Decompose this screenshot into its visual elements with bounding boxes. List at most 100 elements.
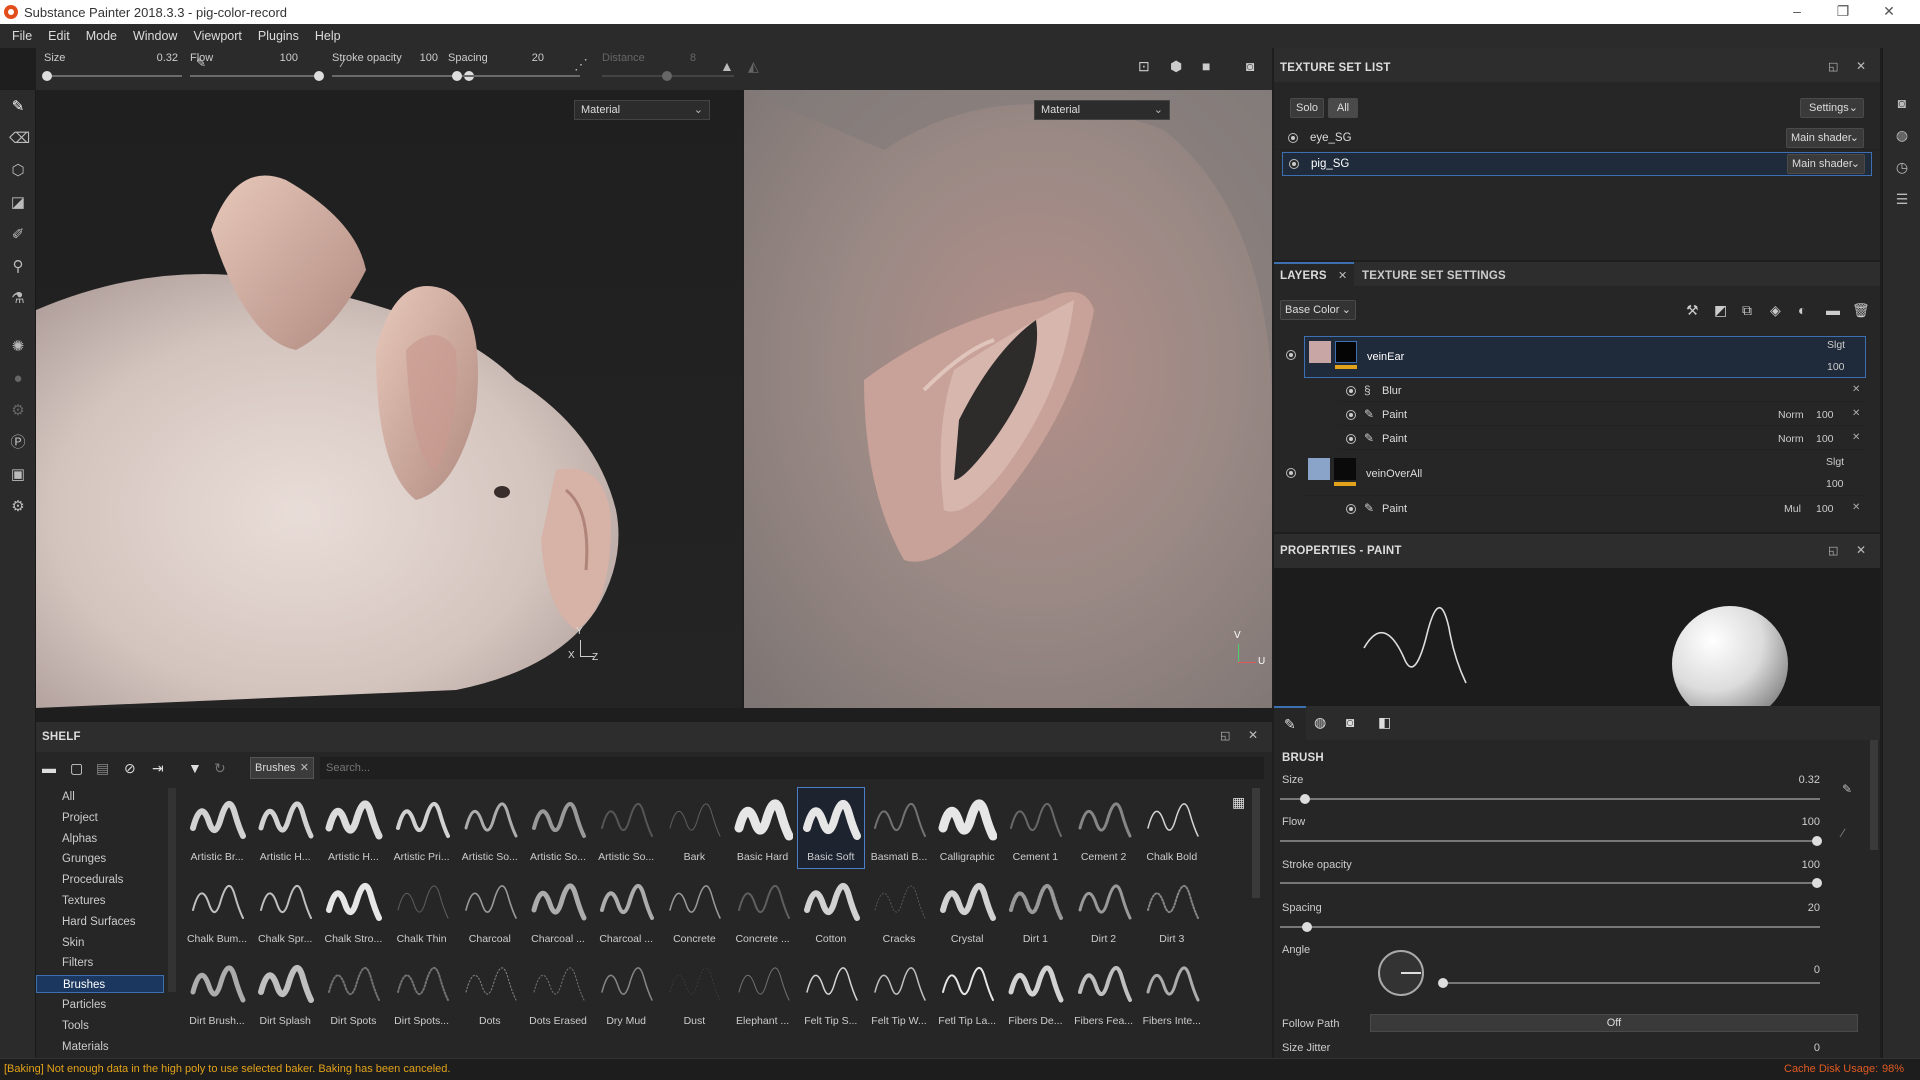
effect-blend-mode[interactable]: Norm <box>1778 409 1804 421</box>
brush-item[interactable]: Dots <box>457 952 523 1032</box>
remove-effect-icon[interactable]: ✕ <box>1852 408 1860 419</box>
settings-button[interactable]: Settings ⌄ <box>1800 98 1864 118</box>
photoshop-icon[interactable]: Ⓟ <box>9 434 27 452</box>
brush-item[interactable]: Calligraphic <box>934 788 1000 868</box>
brush-angle-value[interactable]: 0 <box>1770 964 1820 976</box>
add-layer-icon[interactable]: ⧉ <box>1742 302 1752 319</box>
shelf-category-filters[interactable]: Filters <box>36 954 164 972</box>
shelf-category-hard-surfaces[interactable]: Hard Surfaces <box>36 913 164 931</box>
brush-spacing-slider[interactable] <box>1280 922 1820 932</box>
brush-item[interactable]: Dust <box>661 952 727 1032</box>
brush-item[interactable]: Basmati B... <box>866 788 932 868</box>
shelf-category-grunges[interactable]: Grunges <box>36 850 164 868</box>
brush-grid-scrollbar[interactable] <box>1252 788 1260 898</box>
shelf-category-textures[interactable]: Textures <box>36 892 164 910</box>
brush-item[interactable]: Concrete ... <box>730 870 796 950</box>
color-picker-icon[interactable]: ⚗ <box>9 290 27 308</box>
brush-stroke-opacity-slider[interactable] <box>1280 878 1822 888</box>
effect-visibility-icon[interactable] <box>1346 410 1356 420</box>
pen-pressure-icon[interactable]: ✎ <box>1842 782 1852 796</box>
remove-filter-icon[interactable]: ✕ <box>300 758 309 778</box>
brush-stroke-opacity-value[interactable]: 100 <box>1770 859 1820 871</box>
brush-item[interactable]: Felt Tip W... <box>866 952 932 1032</box>
texture-set-row[interactable]: eye_SG Main shader ⌄ <box>1274 126 1880 150</box>
brush-item[interactable]: Fibers Fea... <box>1071 952 1137 1032</box>
save-icon[interactable]: ▤ <box>96 760 109 777</box>
channel-select[interactable]: Base Color ⌄ <box>1280 300 1356 320</box>
add-effect-icon[interactable]: ⚒ <box>1686 302 1699 319</box>
brush-item[interactable]: Crystal <box>934 870 1000 950</box>
iray-icon[interactable]: ● <box>9 370 27 388</box>
shelf-category-materials[interactable]: Materials <box>36 1038 164 1056</box>
minimize-button[interactable]: – <box>1774 0 1820 24</box>
distance-slider[interactable] <box>602 71 734 81</box>
effect-visibility-icon[interactable] <box>1346 504 1356 514</box>
categories-scrollbar[interactable] <box>168 788 176 992</box>
paint-brush-icon[interactable]: ✎ <box>9 98 27 116</box>
stroke-opacity-value[interactable]: 100 <box>408 52 438 64</box>
close-panel-icon[interactable]: ✕ <box>1248 728 1258 742</box>
brush-item[interactable]: Chalk Bold <box>1139 788 1205 868</box>
brush-item[interactable]: Chalk Stro... <box>320 870 386 950</box>
brush-spacing-value[interactable]: 20 <box>1770 902 1820 914</box>
brush-item[interactable]: Felt Tip S... <box>798 952 864 1032</box>
shelf-category-skin[interactable]: Skin <box>36 934 164 952</box>
viewport-2d-mode-select[interactable]: Material ⌄ <box>1034 100 1170 120</box>
effect-row[interactable]: ✎ Paint Norm 100 ✕ <box>1338 404 1866 426</box>
layer-row[interactable]: veinOverAll Slgt 100 <box>1304 454 1866 496</box>
layer-blend-mode[interactable]: Slgt <box>1827 339 1845 351</box>
layer-blend-mode[interactable]: Slgt <box>1826 456 1844 468</box>
close-panel-icon[interactable]: ✕ <box>1856 543 1866 557</box>
projection-icon[interactable]: ⬡ <box>9 162 27 180</box>
brush-size-slider[interactable] <box>1280 794 1820 804</box>
angle-dial[interactable] <box>1378 950 1424 996</box>
brush-item[interactable]: Charcoal ... <box>593 870 659 950</box>
brush-item[interactable]: Cement 1 <box>1002 788 1068 868</box>
delete-layer-icon[interactable]: 🗑 <box>1852 302 1870 319</box>
eraser-icon[interactable]: ⌫ <box>9 130 30 148</box>
effect-opacity[interactable]: 100 <box>1816 409 1834 421</box>
effect-blend-mode[interactable]: Norm <box>1778 433 1804 445</box>
filter-tag-brushes[interactable]: Brushes ✕ <box>250 757 314 779</box>
effect-opacity[interactable]: 100 <box>1816 503 1834 515</box>
polygon-fill-icon[interactable]: ◪ <box>9 194 27 212</box>
display-3d-icon[interactable]: ⬢ <box>1170 58 1182 75</box>
brush-item[interactable]: Dirt 3 <box>1139 870 1205 950</box>
brush-item[interactable]: Basic Hard <box>730 788 796 868</box>
brush-item[interactable]: Dots Erased <box>525 952 591 1032</box>
brush-item[interactable]: Artistic H... <box>320 788 386 868</box>
brush-item[interactable]: Chalk Spr... <box>252 870 318 950</box>
shelf-category-all[interactable]: All <box>36 788 164 806</box>
split-view-icon[interactable]: ⊡ <box>1138 58 1150 75</box>
tab-brush[interactable]: ✎ <box>1274 706 1306 740</box>
brush-item[interactable]: Artistic Br... <box>184 788 250 868</box>
layer-row-selected[interactable]: veinEar Slgt 100 <box>1304 336 1866 378</box>
layer-opacity[interactable]: 100 <box>1827 361 1845 373</box>
brush-item[interactable]: Chalk Bum... <box>184 870 250 950</box>
menu-edit[interactable]: Edit <box>40 24 78 48</box>
brush-item[interactable]: Charcoal ... <box>525 870 591 950</box>
brush-item[interactable]: Bark <box>661 788 727 868</box>
follow-path-toggle[interactable]: Off <box>1370 1014 1858 1032</box>
shader-select[interactable]: Main shader ⌄ <box>1787 154 1865 174</box>
brush-item[interactable]: Dirt Splash <box>252 952 318 1032</box>
add-folder-icon[interactable]: ▬ <box>1826 302 1840 318</box>
close-panel-icon[interactable]: ✕ <box>1856 59 1866 73</box>
remove-effect-icon[interactable]: ✕ <box>1852 502 1860 513</box>
display-settings-icon[interactable]: ◙ <box>1893 94 1911 112</box>
menu-viewport[interactable]: Viewport <box>185 24 249 48</box>
effect-blend-mode[interactable]: Mul <box>1784 503 1801 515</box>
grid-view-icon[interactable]: ▦ <box>1232 794 1245 811</box>
menu-plugins[interactable]: Plugins <box>250 24 307 48</box>
shelf-category-particles[interactable]: Particles <box>36 996 164 1014</box>
remove-effect-icon[interactable]: ✕ <box>1852 432 1860 443</box>
menu-file[interactable]: File <box>4 24 40 48</box>
viewport-3d-mode-select[interactable]: Material ⌄ <box>574 100 710 120</box>
plugin-icon[interactable]: ⚙ <box>9 498 27 516</box>
import-icon[interactable]: ⇥ <box>152 760 164 777</box>
smudge-icon[interactable]: ✐ <box>9 226 27 244</box>
effect-opacity[interactable]: 100 <box>1816 433 1834 445</box>
float-panel-icon[interactable]: ◱ <box>1828 60 1838 73</box>
layer-visibility-icon[interactable] <box>1286 350 1296 360</box>
close-tab-icon[interactable]: ✕ <box>1338 269 1347 282</box>
